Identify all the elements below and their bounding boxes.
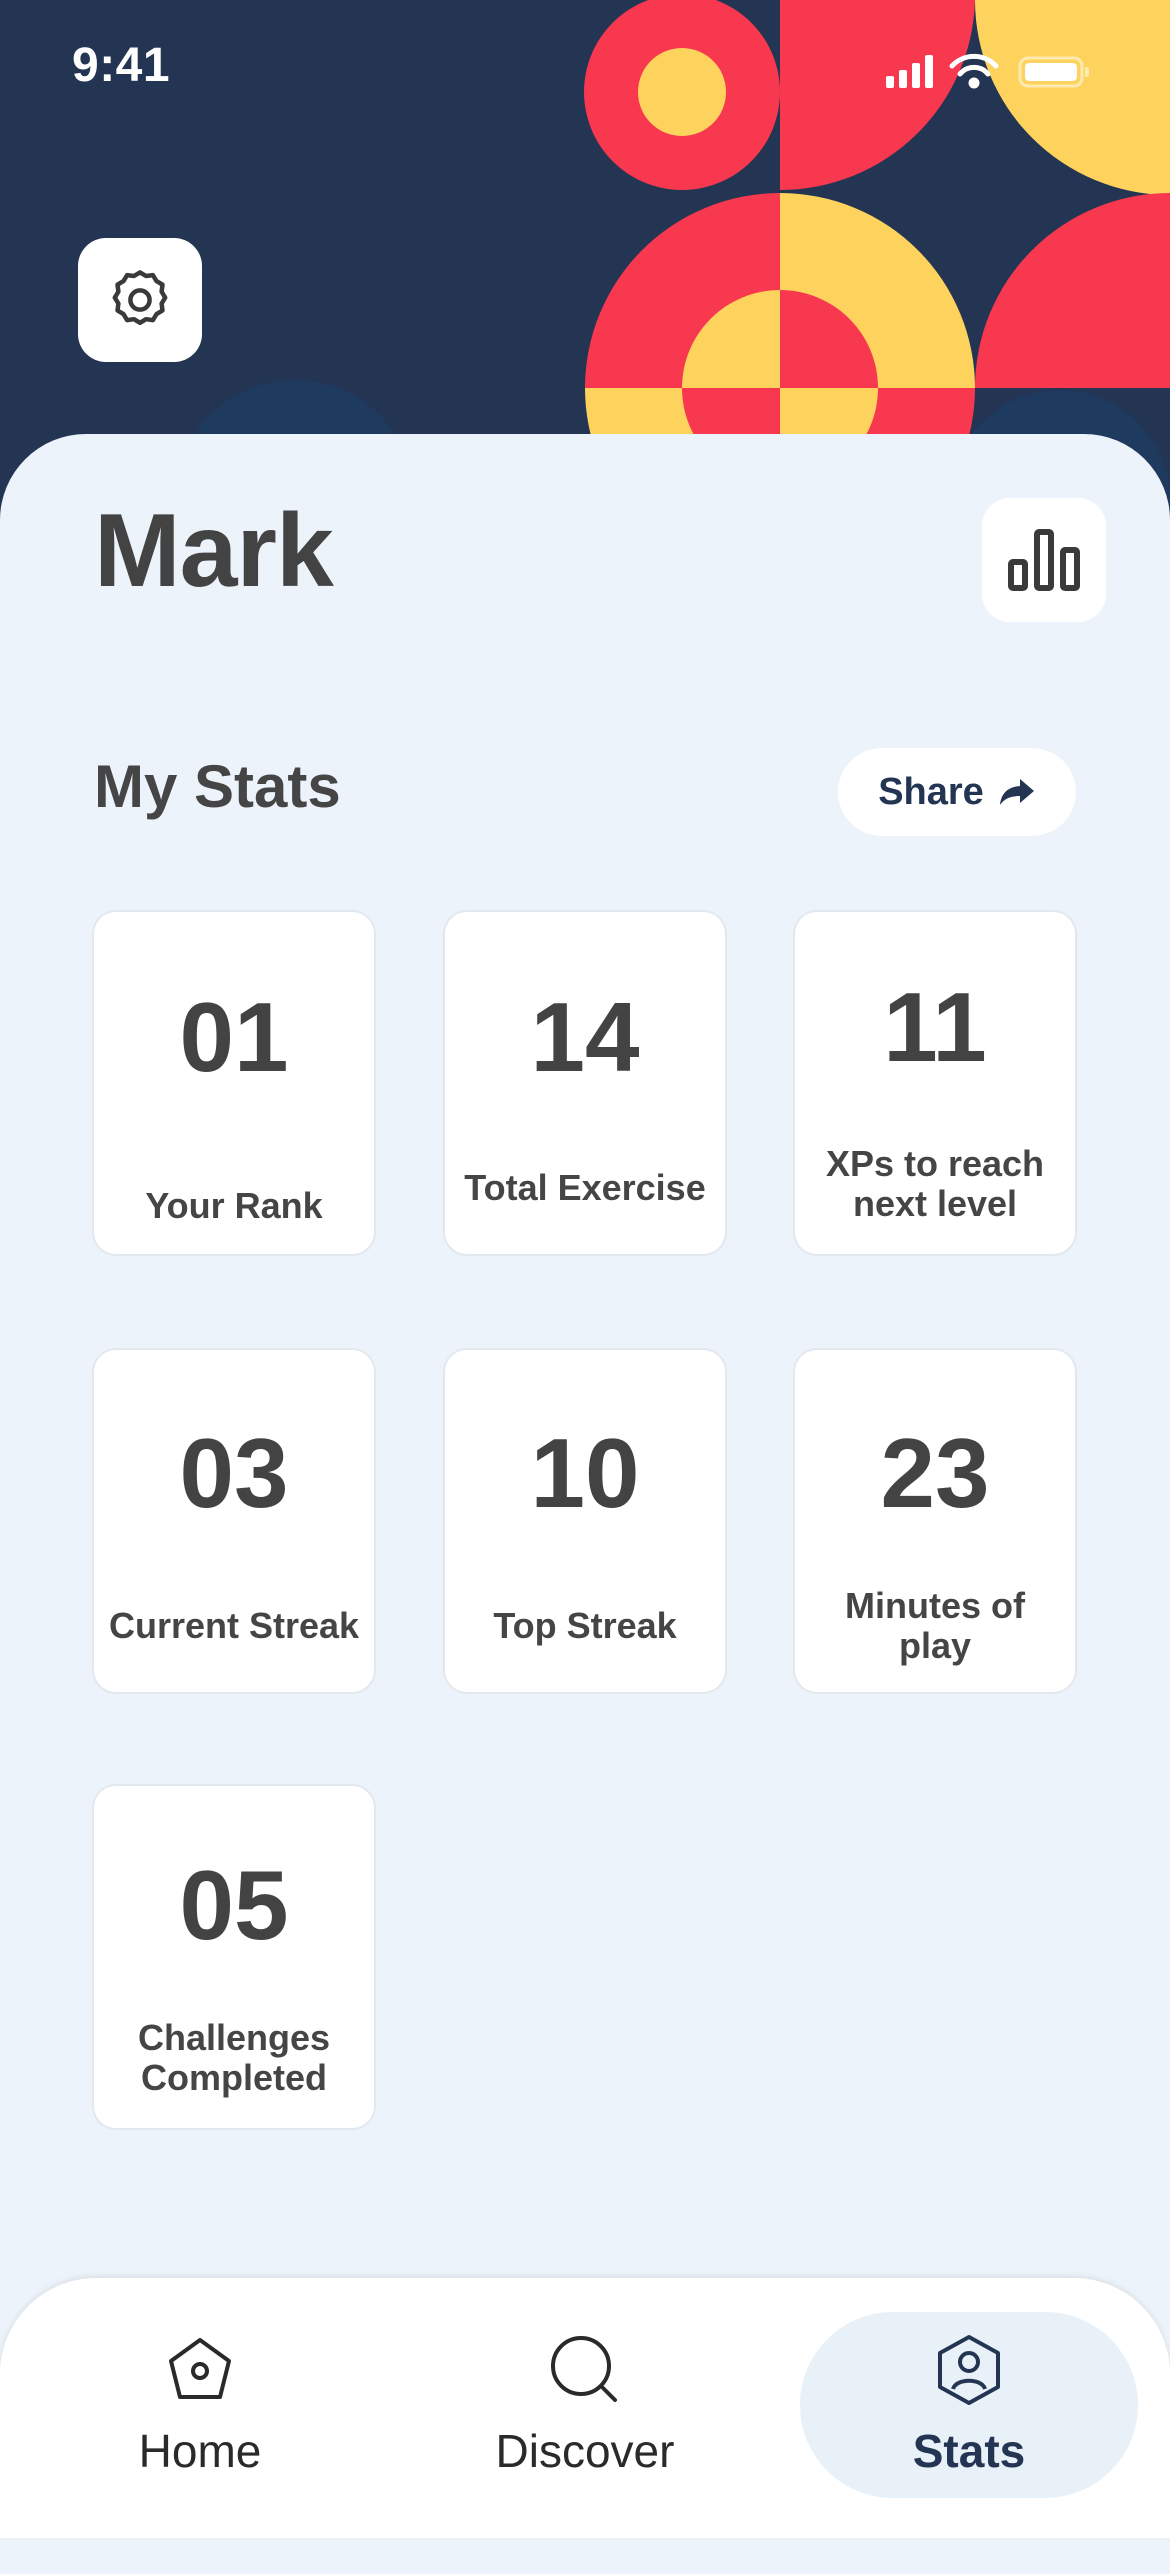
- signal-icon: [886, 55, 933, 88]
- stat-label: Your Rank: [145, 1185, 323, 1226]
- nav-label-discover: Discover: [495, 2425, 675, 2477]
- status-icons: [886, 53, 1089, 89]
- stat-value: 03: [179, 1418, 289, 1528]
- stat-card-total-exercise: 14 Total Exercise: [445, 912, 725, 1254]
- stat-value: 23: [880, 1418, 990, 1528]
- nav-item-stats[interactable]: Stats: [800, 2312, 1138, 2498]
- status-time: 9:41: [72, 39, 171, 92]
- share-label: Share: [878, 770, 984, 813]
- stat-card-xp: 11 XPs to reach next level: [795, 912, 1075, 1254]
- stat-value: 01: [179, 982, 289, 1092]
- share-button[interactable]: Share: [838, 748, 1076, 836]
- wifi-icon: [949, 53, 999, 89]
- user-icon: [938, 2335, 1000, 2405]
- stat-value: 14: [530, 982, 640, 1092]
- share-arrow-icon: [999, 779, 1034, 805]
- settings-button[interactable]: [78, 238, 202, 362]
- stat-value: 10: [530, 1418, 640, 1528]
- stat-label: Challenges Completed: [137, 2017, 331, 2098]
- stat-label: XPs to reach next level: [825, 1143, 1045, 1224]
- stat-card-minutes: 23 Minutes of play: [795, 1350, 1075, 1692]
- stat-label: Minutes of play: [845, 1585, 1025, 1666]
- nav-label-stats: Stats: [912, 2425, 1026, 2477]
- stat-card-top-streak: 10 Top Streak: [445, 1350, 725, 1692]
- stat-value: 11: [883, 972, 987, 1082]
- user-name: Mark: [94, 493, 334, 609]
- search-icon: [551, 2336, 617, 2402]
- stat-card-rank: 01 Your Rank: [94, 912, 374, 1254]
- home-icon: [169, 2338, 231, 2399]
- nav-label-home: Home: [138, 2425, 262, 2477]
- section-title: My Stats: [94, 753, 341, 820]
- bar-chart-icon: [1008, 529, 1080, 591]
- stat-label: Top Streak: [493, 1605, 677, 1646]
- stat-label: Current Streak: [108, 1605, 360, 1646]
- stat-card-challenges: 05 Challenges Completed: [94, 1786, 374, 2128]
- battery-icon: [1018, 56, 1089, 88]
- stat-card-current-streak: 03 Current Streak: [94, 1350, 374, 1692]
- gear-icon: [112, 270, 168, 326]
- stat-label: Total Exercise: [464, 1167, 706, 1208]
- nav-item-discover[interactable]: Discover: [465, 2312, 705, 2498]
- nav-item-home[interactable]: Home: [80, 2312, 320, 2498]
- stat-value: 05: [179, 1850, 289, 1960]
- status-bar: 9:41: [0, 0, 1170, 140]
- stats-chart-button[interactable]: [982, 498, 1106, 622]
